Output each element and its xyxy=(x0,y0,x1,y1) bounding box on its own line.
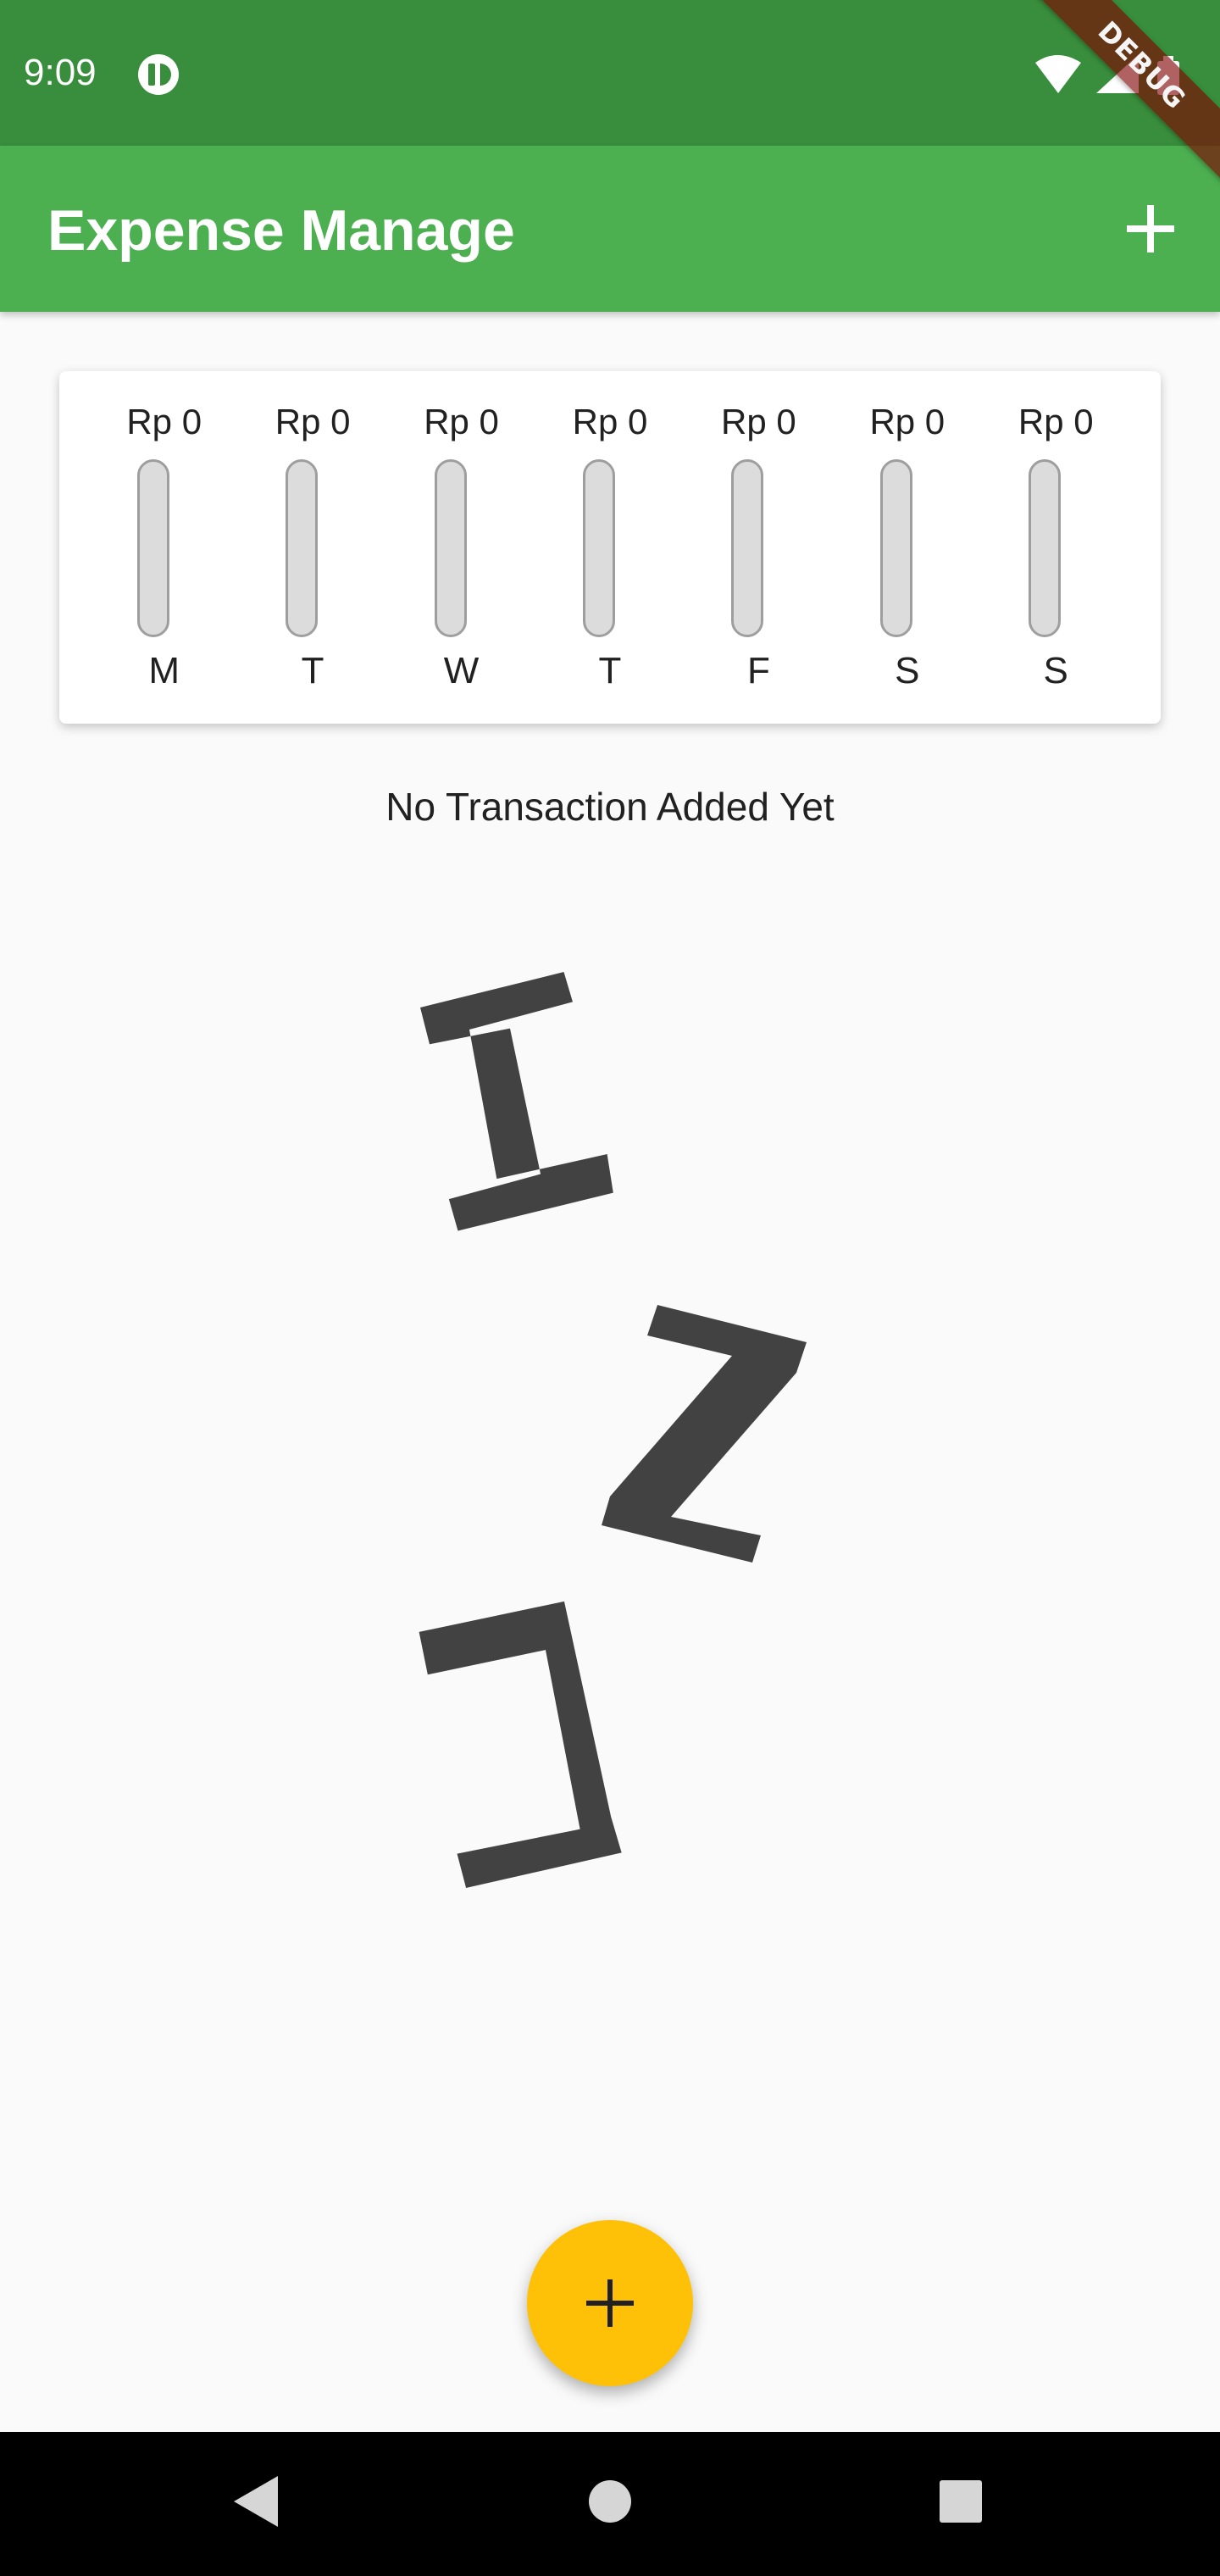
recents-icon[interactable] xyxy=(939,2479,983,2523)
app-title: Expense Manage xyxy=(47,198,515,263)
bar-track xyxy=(434,459,467,637)
bar-amount-label: Rp 0 xyxy=(721,402,796,441)
bar-day-label: M xyxy=(148,650,180,691)
chart-bar-column: Rp 0 T xyxy=(542,371,678,724)
chart-bar-column: Rp 0 S xyxy=(840,371,975,724)
add-transaction-fab[interactable] xyxy=(527,2220,693,2386)
bar-day-label: W xyxy=(443,650,480,691)
home-icon[interactable] xyxy=(588,2479,632,2523)
app-notification-icon xyxy=(138,54,179,95)
bar-day-label: S xyxy=(1043,650,1068,691)
chart-bar-column: Rp 0 T xyxy=(245,371,380,724)
bar-track xyxy=(582,459,615,637)
chart-bar-column: Rp 0 F xyxy=(690,371,826,724)
bar-amount-label: Rp 0 xyxy=(274,402,351,441)
bar-track xyxy=(1029,459,1062,637)
bar-track xyxy=(879,459,912,637)
wifi-icon xyxy=(1035,55,1081,93)
chart-bar-column: Rp 0 W xyxy=(394,371,530,724)
bar-amount-label: Rp 0 xyxy=(126,402,202,441)
bar-day-label: T xyxy=(301,650,324,691)
add-transaction-button[interactable] xyxy=(1115,193,1186,264)
add-icon xyxy=(586,2279,634,2327)
back-icon[interactable] xyxy=(230,2473,281,2530)
sleeping-zzz-icon xyxy=(419,972,807,1889)
bar-track xyxy=(136,459,169,637)
bar-amount-label: Rp 0 xyxy=(1018,402,1094,441)
empty-state-message: No Transaction Added Yet xyxy=(385,785,835,829)
status-time: 9:09 xyxy=(24,52,97,93)
bar-amount-label: Rp 0 xyxy=(424,402,499,441)
add-icon xyxy=(1127,205,1174,253)
bar-day-label: T xyxy=(598,650,622,691)
weekly-chart-card: Rp 0 M Rp 0 T Rp 0 W Rp 0 T Rp 0 F Rp 0 S Rp 0 S xyxy=(59,371,1161,724)
bar-day-label: F xyxy=(746,650,770,691)
chart-bar-column: Rp 0 M xyxy=(97,371,232,724)
bar-track xyxy=(731,459,764,637)
bar-day-label: S xyxy=(895,650,920,691)
status-bar: 9:09 xyxy=(0,0,1220,146)
chart-bar-column: Rp 0 S xyxy=(988,371,1123,724)
system-navigation-bar xyxy=(0,2432,1220,2576)
chart-bars-row: Rp 0 M Rp 0 T Rp 0 W Rp 0 T Rp 0 F Rp 0 S Rp 0 S xyxy=(90,371,1130,724)
bar-amount-label: Rp 0 xyxy=(869,402,946,441)
app-bar: Expense Manage xyxy=(0,146,1220,312)
bar-track xyxy=(286,459,319,637)
bar-amount-label: Rp 0 xyxy=(572,402,648,441)
